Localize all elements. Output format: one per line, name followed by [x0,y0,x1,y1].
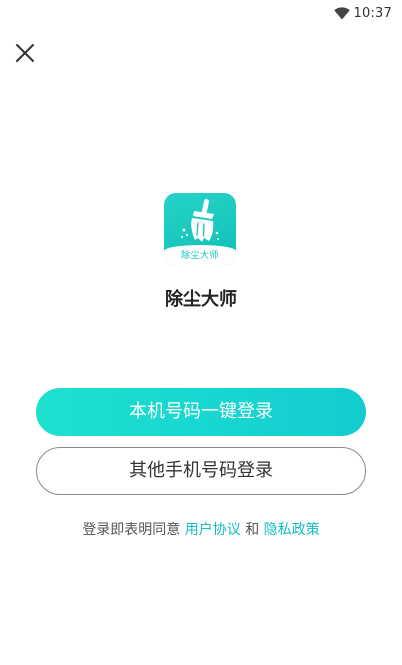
close-button[interactable] [12,40,38,66]
wifi-icon [334,7,350,20]
privacy-policy-link[interactable]: 隐私政策 [264,522,320,538]
app-logo: 除尘大师 [164,193,236,265]
app-name: 除尘大师 [165,289,237,310]
agreement-connector: 和 [245,522,260,538]
logo-text: 除尘大师 [180,251,219,261]
close-icon [16,44,34,62]
broom-icon [181,199,219,242]
other-phone-login-button[interactable]: 其他手机号码登录 [36,447,366,495]
one-click-login-button[interactable]: 本机号码一键登录 [36,388,366,436]
agreement-prefix: 登录即表明同意 [82,522,181,538]
user-agreement-link[interactable]: 用户协议 [185,522,241,538]
agreement-text: 登录即表明同意 用户协议 和 隐私政策 [0,520,402,540]
status-bar: 10:37 [0,0,402,28]
status-time: 10:37 [353,6,392,21]
